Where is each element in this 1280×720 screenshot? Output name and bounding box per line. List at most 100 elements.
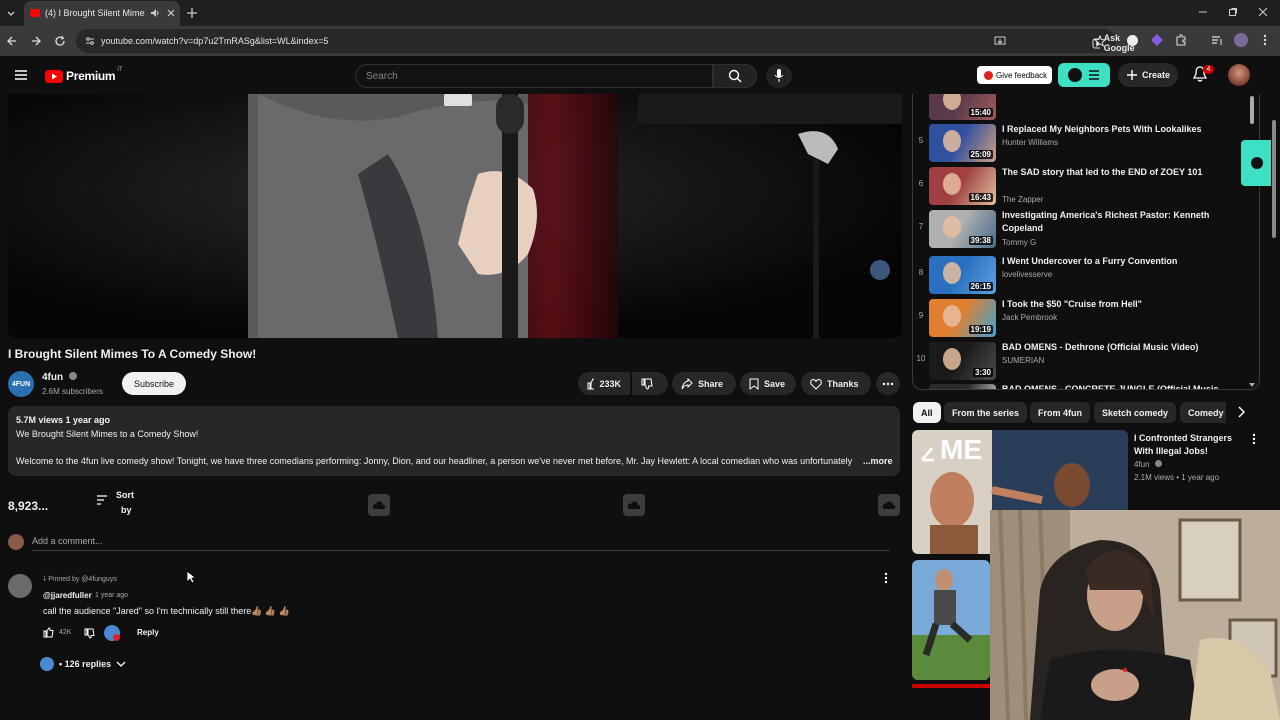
chips-next-icon[interactable] [1237,406,1245,418]
site-info-icon[interactable] [85,36,95,46]
back-icon[interactable] [6,35,18,47]
video-player[interactable] [8,94,902,338]
thanks-button[interactable]: Thanks [801,372,871,395]
playlist-item-channel[interactable]: The Zapper [1002,195,1043,204]
playlist-item-title[interactable]: I Replaced My Neighbors Pets With Lookal… [1002,123,1242,136]
playlist-scrollbar[interactable] [1250,96,1254,124]
channel-name[interactable]: 4fun [42,372,77,383]
sort-button[interactable]: Sort by [96,490,134,515]
playlist-item-title[interactable]: I Took the $50 "Cruise from Hell" [1002,298,1242,311]
more-actions-button[interactable] [876,372,900,395]
playlist-item[interactable]: 6 16:43 The SAD story that led to the END … [913,165,1253,207]
dislike-button[interactable] [632,372,668,395]
reply-button[interactable]: Reply [137,628,159,637]
comment-author[interactable]: @jjaredfuller [43,591,92,600]
channel-avatar[interactable]: 4FUN [8,371,34,397]
playlist-item-title[interactable]: BAD OMENS - CONCRETE JUNGLE (Official Mu… [1002,383,1242,389]
search-button[interactable] [713,64,757,88]
reload-icon[interactable] [54,35,66,47]
rec-title[interactable]: I Confronted Strangers With Illegal Jobs… [1134,432,1244,458]
window-close-icon[interactable] [1258,7,1268,17]
description-more-link[interactable]: ...more [863,456,893,466]
extensions-puzzle-icon[interactable] [1175,34,1187,46]
chip-from-series[interactable]: From the series [944,402,1028,423]
browser-tab[interactable]: (4) I Brought Silent Mimes T [24,1,180,26]
extension-side-tab[interactable] [1241,140,1271,186]
playlist-item-channel[interactable]: Hunter Williams [1002,138,1058,147]
save-button[interactable]: Save [740,372,796,395]
profile-avatar[interactable] [1234,33,1248,47]
rec-thumbnail[interactable] [912,560,990,680]
restore-icon[interactable] [1228,7,1238,17]
chip-from-4fun[interactable]: From 4fun [1030,402,1090,423]
install-app-icon[interactable] [994,35,1006,47]
browser-menu-icon[interactable] [1262,34,1268,46]
page-scrollbar[interactable] [1272,120,1276,238]
playlist-item[interactable]: BAD OMENS - CONCRETE JUNGLE (Official Mu… [913,382,1253,389]
playlist-item-title[interactable]: I Went Undercover to a Furry Convention [1002,255,1242,268]
voice-search-button[interactable] [766,64,792,88]
chip-all[interactable]: All [913,402,941,423]
tab-audio-icon[interactable] [150,8,160,18]
account-avatar[interactable] [1228,64,1250,86]
minimize-icon[interactable] [1198,7,1208,17]
verified-icon [68,372,77,380]
playlist-item-thumbnail[interactable]: 15:40 [929,94,996,120]
playlist-item[interactable]: 8 26:15 I Went Undercover to a Furry Conve… [913,254,1253,296]
playlist-item[interactable]: 7 39:38 Investigating America's Richest Pa… [913,208,1253,250]
playlist-item-channel[interactable]: Tommy G [1002,238,1036,247]
extension-toggle-button[interactable] [1058,63,1110,87]
video-description[interactable]: 5.7M views 1 year ago We Brought Silent … [8,406,900,476]
playlist-item[interactable]: 15:404fun [913,94,1253,122]
forward-icon[interactable] [30,35,42,47]
playlist-item-title[interactable]: The SAD story that led to the END of ZOE… [1002,166,1242,179]
playlist-item-thumbnail[interactable]: 25:09 [929,124,996,162]
thumbnail-figure [943,216,961,238]
playlist-item-thumbnail[interactable]: 39:38 [929,210,996,248]
rec-menu-icon[interactable] [1251,433,1257,445]
subscribe-button[interactable]: Subscribe [122,372,186,395]
search-input[interactable]: Search [355,64,713,88]
extension-record-icon[interactable] [1127,35,1138,46]
playlist-item-thumbnail[interactable]: 3:30 [929,342,996,380]
playlist-item-thumbnail[interactable]: 16:43 [929,167,996,205]
playlist-scroll-down-icon[interactable] [1248,382,1256,388]
playlist-item[interactable]: 5 25:09 I Replaced My Neighbors Pets With … [913,122,1253,164]
chip-sketch-comedy[interactable]: Sketch comedy [1094,402,1177,423]
address-bar[interactable]: youtube.com/watch?v=dp7u2TmRASg&list=WL&… [76,29,1135,53]
comment-time[interactable]: 1 year ago [95,592,128,599]
rec-channel[interactable]: 4fun [1134,460,1162,469]
youtube-logo[interactable]: Premium IT [45,67,123,83]
comment-like-icon[interactable] [43,627,54,638]
comment-dislike-icon[interactable] [84,628,95,639]
rec-thumbnail-text: ME [940,434,982,465]
playlist-item-channel[interactable]: lovelivesserve [1002,270,1052,279]
like-button[interactable]: 233K [578,372,630,395]
sort-label: Sort [116,490,134,500]
playlist-item[interactable]: 10 3:30 BAD OMENS - Dethrone (Official Mus… [913,340,1253,382]
view-replies-button[interactable]: • 126 replies [40,657,126,671]
playlist-item[interactable]: 9 19:19 I Took the $50 "Cruise from Hell" J… [913,297,1253,339]
playlist-item-thumbnail[interactable]: 26:15 [929,256,996,294]
new-tab-icon[interactable] [186,7,198,19]
tab-list-icon[interactable] [5,7,17,19]
playlist-item-channel[interactable]: SUMERIAN [1002,356,1044,365]
playlist-item-channel[interactable]: Jack Pembrook [1002,313,1057,322]
playlist-item-thumbnail[interactable] [929,384,996,389]
playlist-item-title[interactable]: BAD OMENS - Dethrone (Official Music Vid… [1002,341,1242,354]
media-controls-icon[interactable] [1211,34,1223,46]
give-feedback-button[interactable]: Give feedback [977,66,1052,84]
commenter-avatar[interactable] [8,574,32,598]
create-button[interactable]: Create [1118,63,1178,87]
add-comment-input[interactable]: Add a comment... [32,536,103,546]
tab-close-icon[interactable] [166,8,176,18]
rec-meta: 2.1M views • 1 year ago [1134,473,1220,482]
comment-menu-icon[interactable] [883,572,889,584]
hamburger-menu-icon[interactable] [14,69,28,81]
chip-comedy[interactable]: Comedy [1180,402,1226,423]
extension-purple-icon[interactable] [1151,34,1163,46]
share-button[interactable]: Share [672,372,736,395]
playlist-item-thumbnail[interactable]: 19:19 [929,299,996,337]
playlist-item-title[interactable]: Investigating America's Richest Pastor: … [1002,209,1242,235]
bookmark-star-icon[interactable] [1094,35,1106,47]
